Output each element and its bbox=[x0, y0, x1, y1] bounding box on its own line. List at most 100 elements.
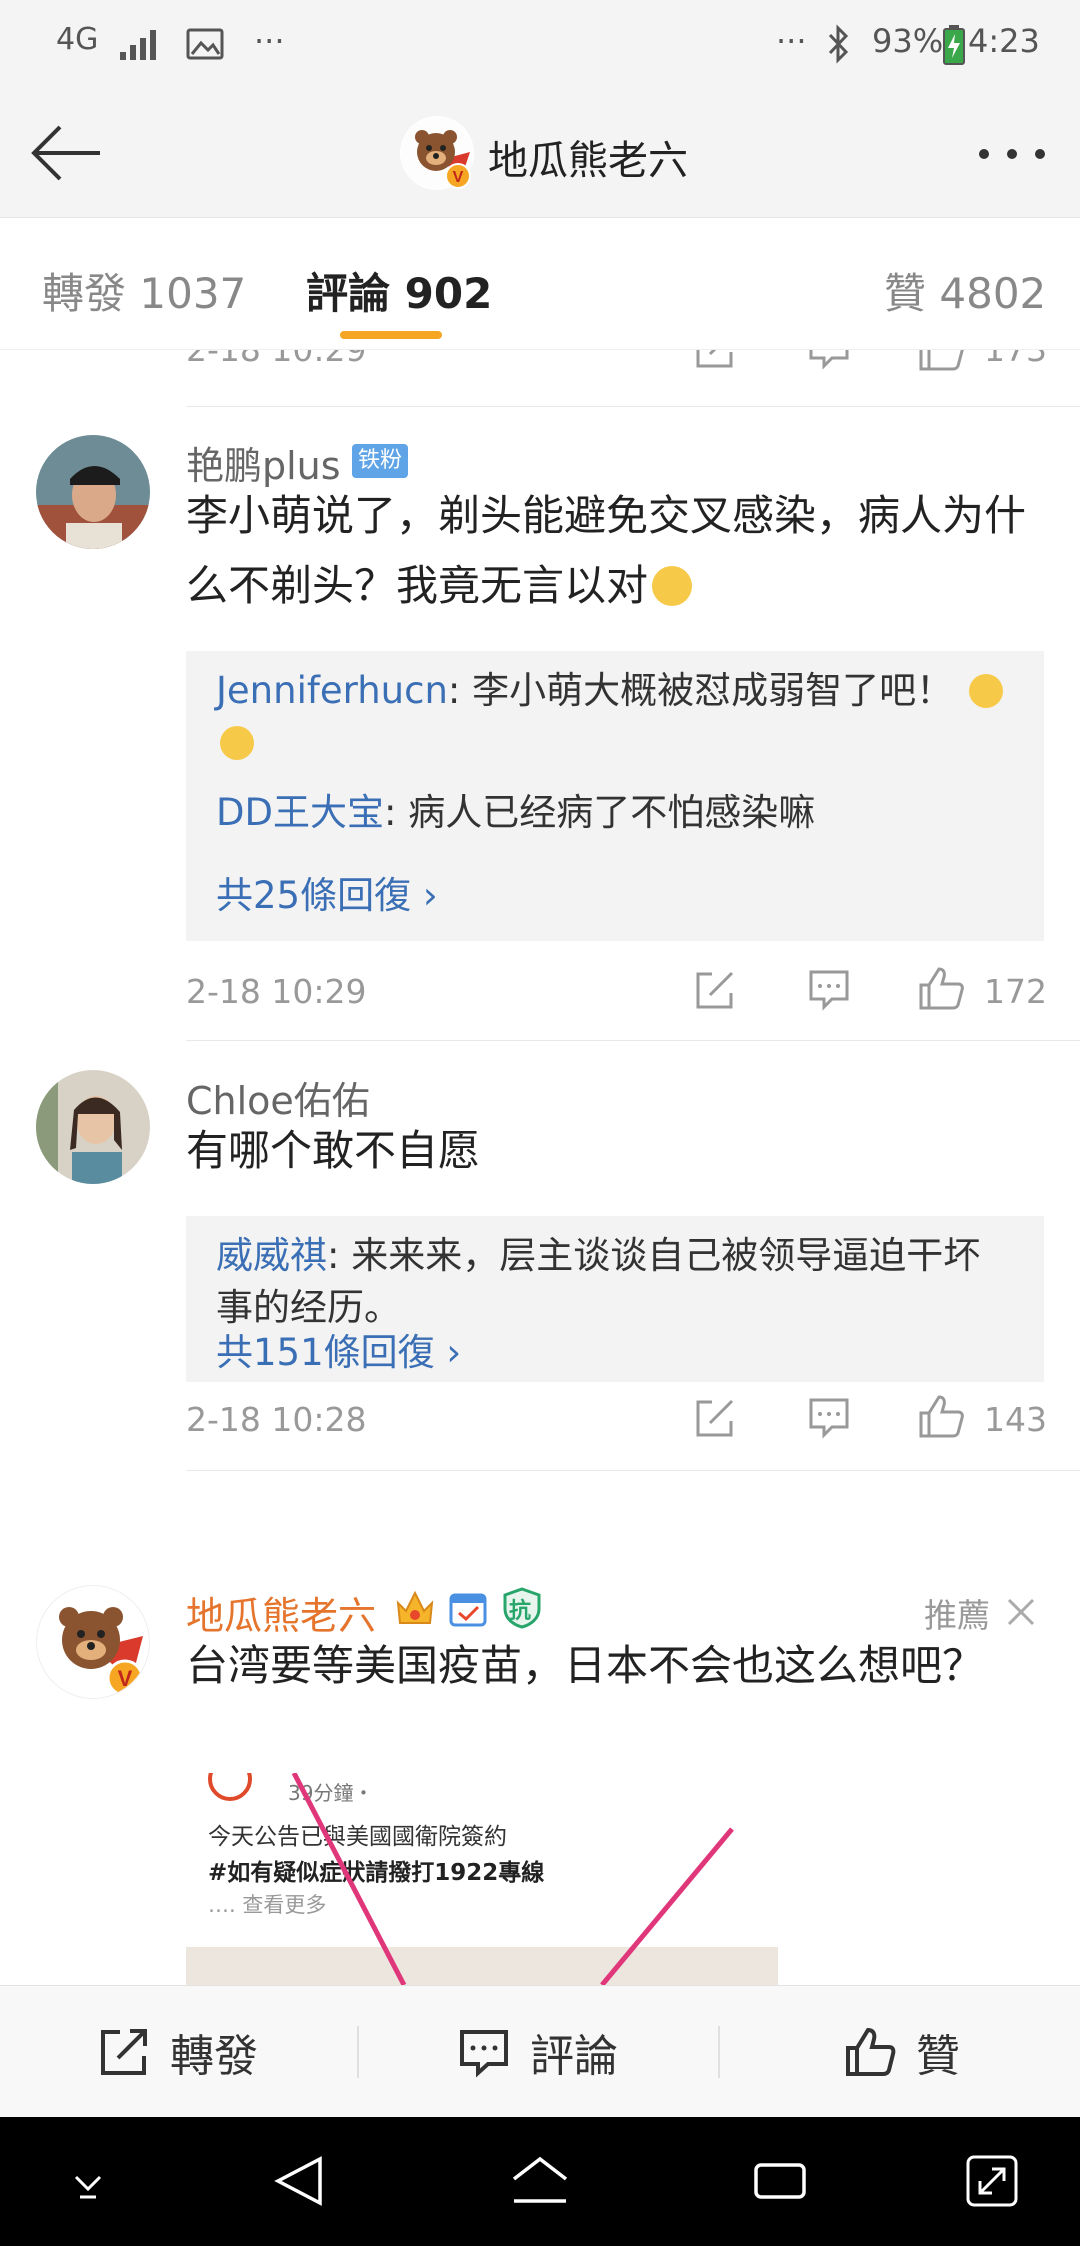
tab-comments-label: 評論 bbox=[306, 269, 391, 318]
like-label: 贊 bbox=[916, 2031, 960, 2082]
comment-text: 有哪个敢不自愿 bbox=[186, 1116, 1046, 1186]
comment-feed[interactable]: 2-18 10:29 173 艳鹏plus 铁粉 李小萌说了，剃头能避免交叉感染… bbox=[0, 350, 1080, 1985]
battery-icon bbox=[943, 25, 965, 65]
back-arrow-icon[interactable] bbox=[28, 122, 104, 184]
fan-badge: 铁粉 bbox=[352, 444, 409, 478]
attached-image[interactable]: 39分鐘・ 今天公告已與美國國衛院簽約 #如有疑似症狀請撥打1922專線 …. … bbox=[186, 1773, 778, 1985]
view-all-replies-link[interactable]: 共25條回復 › bbox=[216, 865, 438, 919]
reply-username[interactable]: DD王大宝 bbox=[216, 791, 384, 834]
user-photo-icon bbox=[36, 1070, 150, 1184]
image-icon bbox=[186, 28, 224, 60]
tab-forwards-label: 轉發 bbox=[42, 269, 127, 318]
signal-icon bbox=[120, 30, 156, 60]
reply-item: 威威祺: 来来来，层主谈谈自己被领导逼迫干坏事的经历。 bbox=[216, 1230, 1016, 1334]
network-type: 4G bbox=[56, 22, 99, 57]
close-icon[interactable] bbox=[1006, 1597, 1036, 1627]
calendar-check-icon bbox=[449, 1593, 487, 1627]
tab-comments-count: 902 bbox=[404, 269, 493, 318]
comment-label: 評論 bbox=[530, 2031, 618, 2082]
more-notifications: ··· bbox=[254, 22, 285, 60]
title-bar: V 地瓜熊老六 bbox=[0, 90, 1080, 218]
reply-text: : 来来来，层主谈谈自己被领导逼迫干坏事的经历。 bbox=[216, 1234, 981, 1329]
divider bbox=[718, 2026, 720, 2078]
red-cross-mark-icon bbox=[291, 1773, 734, 1985]
tab-comments[interactable]: 評論 902 bbox=[306, 260, 492, 321]
system-navigation-bar bbox=[0, 2117, 1080, 2246]
tab-forwards-count: 1037 bbox=[139, 269, 247, 318]
comment-body: 李小萌说了，剃头能避免交叉感染，病人为什么不剃头？我竟无言以对 bbox=[186, 491, 1027, 610]
like-icon[interactable] bbox=[918, 350, 964, 372]
divider bbox=[186, 1040, 1080, 1041]
forward-button[interactable]: 轉發 bbox=[98, 1986, 258, 2118]
comment-time: 2-18 10:29 bbox=[186, 972, 367, 1011]
svg-text:V: V bbox=[453, 169, 464, 186]
svg-text:V: V bbox=[118, 1666, 133, 1691]
sleepy-emoji-icon bbox=[220, 726, 254, 760]
comment-body: 台湾要等美国疫苗，日本不会也这么想吧？ bbox=[186, 1641, 985, 1690]
forward-label: 轉發 bbox=[170, 2031, 258, 2082]
share-icon[interactable] bbox=[694, 1397, 736, 1439]
tab-bar: 轉發 1037 評論 902 贊 4802 bbox=[0, 218, 1080, 350]
header-avatar[interactable]: V bbox=[400, 116, 474, 190]
reply-item: Jenniferhucn: 李小萌大概被怼成弱智了吧！ bbox=[216, 665, 1016, 769]
divider bbox=[186, 1470, 1080, 1471]
comment-icon[interactable] bbox=[808, 350, 850, 370]
back-icon[interactable] bbox=[272, 2153, 328, 2209]
view-all-replies-link[interactable]: 共151條回復 › bbox=[216, 1322, 461, 1376]
tab-likes-count: 4802 bbox=[939, 269, 1047, 318]
forward-icon bbox=[101, 2029, 147, 2075]
page-title: 地瓜熊老六 bbox=[488, 138, 688, 184]
status-bar: 4G ··· ··· 93% 4:23 bbox=[0, 0, 1080, 90]
more-status: ··· bbox=[776, 22, 807, 60]
like-button[interactable]: 贊 bbox=[844, 1986, 960, 2118]
like-icon[interactable] bbox=[918, 965, 964, 1011]
reply-text: : 李小萌大概被怼成弱智了吧！ bbox=[447, 669, 954, 712]
recommended-tag: 推薦 bbox=[924, 1596, 990, 1635]
home-icon[interactable] bbox=[510, 2153, 570, 2209]
avatar[interactable] bbox=[36, 1070, 150, 1184]
more-options-icon[interactable] bbox=[976, 146, 1048, 162]
reply-username[interactable]: Jenniferhucn bbox=[216, 669, 448, 712]
crown-badge-icon bbox=[396, 1590, 434, 1624]
active-tab-indicator bbox=[340, 331, 442, 339]
comment-text: 李小萌说了，剃头能避免交叉感染，病人为什么不剃头？我竟无言以对 bbox=[186, 481, 1046, 621]
screen-expand-icon[interactable] bbox=[964, 2153, 1020, 2209]
like-count: 172 bbox=[984, 972, 1047, 1011]
reply-text: : 病人已经病了不怕感染嘛 bbox=[383, 791, 816, 834]
comment-time: 2-18 10:29 bbox=[186, 350, 367, 369]
comment-icon[interactable] bbox=[808, 969, 850, 1011]
comment-time: 2-18 10:28 bbox=[186, 1400, 367, 1439]
battery-percent: 93% bbox=[872, 22, 944, 60]
comment-icon[interactable] bbox=[808, 1397, 850, 1439]
divider bbox=[357, 2026, 359, 2078]
share-icon[interactable] bbox=[694, 969, 736, 1011]
yummy-emoji-icon bbox=[652, 566, 693, 606]
comment-icon bbox=[460, 2030, 508, 2078]
sleepy-emoji-icon bbox=[968, 674, 1003, 708]
badge-label: 抗 bbox=[509, 1599, 532, 1624]
hide-keyboard-icon[interactable] bbox=[66, 2161, 110, 2201]
divider bbox=[186, 406, 1080, 407]
action-bar: 轉發 評論 贊 bbox=[0, 1985, 1080, 2117]
like-count: 173 bbox=[984, 350, 1047, 369]
like-icon[interactable] bbox=[918, 1393, 964, 1439]
avatar[interactable] bbox=[36, 435, 150, 549]
bear-avatar-icon: V bbox=[59, 1607, 144, 1697]
tab-forwards[interactable]: 轉發 1037 bbox=[42, 260, 246, 321]
bluetooth-icon bbox=[828, 24, 849, 64]
like-icon bbox=[846, 2027, 896, 2076]
avatar[interactable]: V bbox=[36, 1585, 150, 1699]
like-count: 143 bbox=[984, 1400, 1047, 1439]
comment-body: 有哪个敢不自愿 bbox=[186, 1126, 481, 1175]
recent-apps-icon[interactable] bbox=[752, 2157, 808, 2205]
reply-box[interactable]: Jenniferhucn: 李小萌大概被怼成弱智了吧！ DD王大宝: 病人已经病… bbox=[186, 651, 1044, 941]
reply-username[interactable]: 威威祺 bbox=[216, 1234, 327, 1277]
comment-text: 台湾要等美国疫苗，日本不会也这么想吧？ bbox=[186, 1631, 986, 1701]
share-icon[interactable] bbox=[694, 350, 736, 370]
comment-button[interactable]: 評論 bbox=[458, 1986, 618, 2118]
tab-likes-label: 贊 bbox=[884, 269, 927, 318]
user-photo-icon bbox=[36, 435, 150, 549]
bear-avatar-icon: V bbox=[401, 117, 473, 189]
tab-likes[interactable]: 贊 4802 bbox=[884, 260, 1046, 321]
clock: 4:23 bbox=[968, 22, 1040, 60]
